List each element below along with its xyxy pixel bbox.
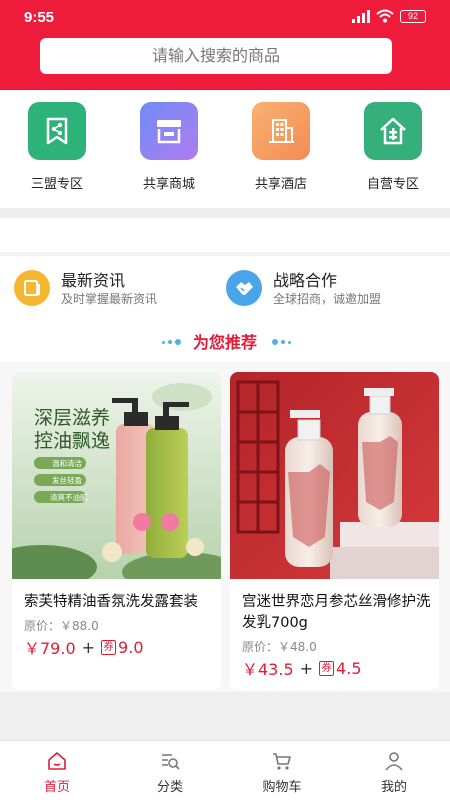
product-name: 宫迷世界恋月参芯丝滑修护洗发乳700g [242, 594, 431, 631]
image-tag-3: 清爽不油腻 [50, 492, 88, 502]
coupon-value: 4.5 [336, 658, 362, 678]
category-item-sanmeng[interactable]: 三盟专区 [12, 102, 102, 192]
news-entry[interactable]: 最新资讯 及时掌握最新资讯 [14, 266, 214, 310]
product-original-price: 原价：￥48.0 [242, 640, 317, 654]
product-image[interactable]: 温和清洁 发丝轻盈 清爽不油腻 深层滋养 控油飘逸 [12, 372, 221, 579]
product-price: ￥43.5 + 券 4.5 [242, 656, 362, 680]
coupon-icon: 券 [319, 660, 335, 676]
price-plus: + [299, 658, 314, 678]
product-card[interactable]: 宫迷世界恋月参芯丝滑修护洗发乳700g 原价：￥48.0 ￥43.5 + 券 4… [230, 372, 439, 690]
tab-label: 分类 [156, 780, 183, 795]
category-item-shared-mall[interactable]: 共享商城 [124, 102, 214, 192]
tab-profile[interactable]: 我的 [349, 749, 439, 795]
blank-section [0, 218, 450, 252]
news-title: 最新资讯 [61, 271, 126, 290]
image-headline-1: 深层滋养 [34, 407, 110, 429]
tab-label: 首页 [43, 780, 70, 795]
product-original-price: 原价：￥88.0 [24, 619, 99, 633]
wifi-icon [376, 9, 394, 23]
recommend-header: 为您推荐 [0, 320, 450, 362]
storefront-icon [140, 102, 198, 160]
price-value: ￥79.0 [24, 639, 76, 658]
tab-home[interactable]: 首页 [12, 749, 102, 795]
partnership-entry[interactable]: 战略合作 全球招商，诚邀加盟 [226, 266, 436, 310]
handshake-icon [226, 270, 262, 306]
house-icon [364, 102, 422, 160]
news-subtitle: 及时掌握最新资讯 [61, 292, 158, 306]
tab-cart[interactable]: 购物车 [237, 749, 327, 795]
image-headline-2: 控油飘逸 [34, 430, 110, 452]
tab-label: 我的 [380, 780, 407, 795]
signal-icon [352, 9, 370, 23]
news-icon [14, 270, 50, 306]
share-bookmark-icon [28, 102, 86, 160]
price-value: ￥43.5 [242, 660, 294, 679]
dots-decoration-right [272, 339, 291, 345]
coupon-value: 9.0 [118, 637, 144, 657]
section-divider [0, 208, 450, 218]
product-name: 索芙特精油香氛洗发露套装 [24, 594, 198, 610]
recommend-title: 为您推荐 [192, 333, 257, 352]
coupon-icon: 券 [101, 639, 117, 655]
category-item-shared-hotel[interactable]: 共享酒店 [236, 102, 326, 192]
category-item-self-operated[interactable]: 自营专区 [348, 102, 438, 192]
product-image[interactable] [230, 372, 439, 579]
category-label: 三盟专区 [30, 177, 83, 192]
category-grid: 三盟专区 共享商城 共享酒店 自营专区 [0, 90, 450, 208]
product-price: ￥79.0 + 券 9.0 [24, 635, 144, 659]
tab-label: 购物车 [262, 780, 302, 795]
status-time: 9:55 [24, 9, 55, 26]
category-label: 共享商城 [142, 177, 195, 192]
partnership-subtitle: 全球招商，诚邀加盟 [273, 292, 382, 306]
cart-icon [237, 749, 327, 773]
category-label: 共享酒店 [254, 177, 307, 192]
info-row: 最新资讯 及时掌握最新资讯 战略合作 全球招商，诚邀加盟 [0, 256, 450, 320]
category-search-icon [125, 749, 215, 773]
price-plus: + [81, 637, 96, 657]
image-tag-1: 温和清洁 [52, 458, 82, 468]
image-tag-2: 发丝轻盈 [52, 475, 82, 485]
battery-icon: 92 [400, 9, 426, 23]
category-label: 自营专区 [366, 177, 419, 192]
home-icon [12, 749, 102, 773]
product-list: 温和清洁 发丝轻盈 清爽不油腻 深层滋养 控油飘逸 索芙特精油香氛洗发露套装 原… [0, 362, 450, 692]
tab-category[interactable]: 分类 [125, 749, 215, 795]
status-bar: 9:55 92 [0, 0, 450, 34]
search-input[interactable]: 请输入搜索的商品 [40, 38, 392, 74]
user-icon [349, 749, 439, 773]
product-card[interactable]: 温和清洁 发丝轻盈 清爽不油腻 深层滋养 控油飘逸 索芙特精油香氛洗发露套装 原… [12, 372, 221, 690]
hotel-building-icon [252, 102, 310, 160]
status-icons: 92 [352, 9, 426, 23]
partnership-title: 战略合作 [273, 271, 338, 290]
bottom-spacer [0, 692, 450, 740]
tab-bar: 首页 分类 购物车 我的 [0, 740, 450, 800]
app-header: 9:55 92 请输入搜索的商品 [0, 0, 450, 90]
